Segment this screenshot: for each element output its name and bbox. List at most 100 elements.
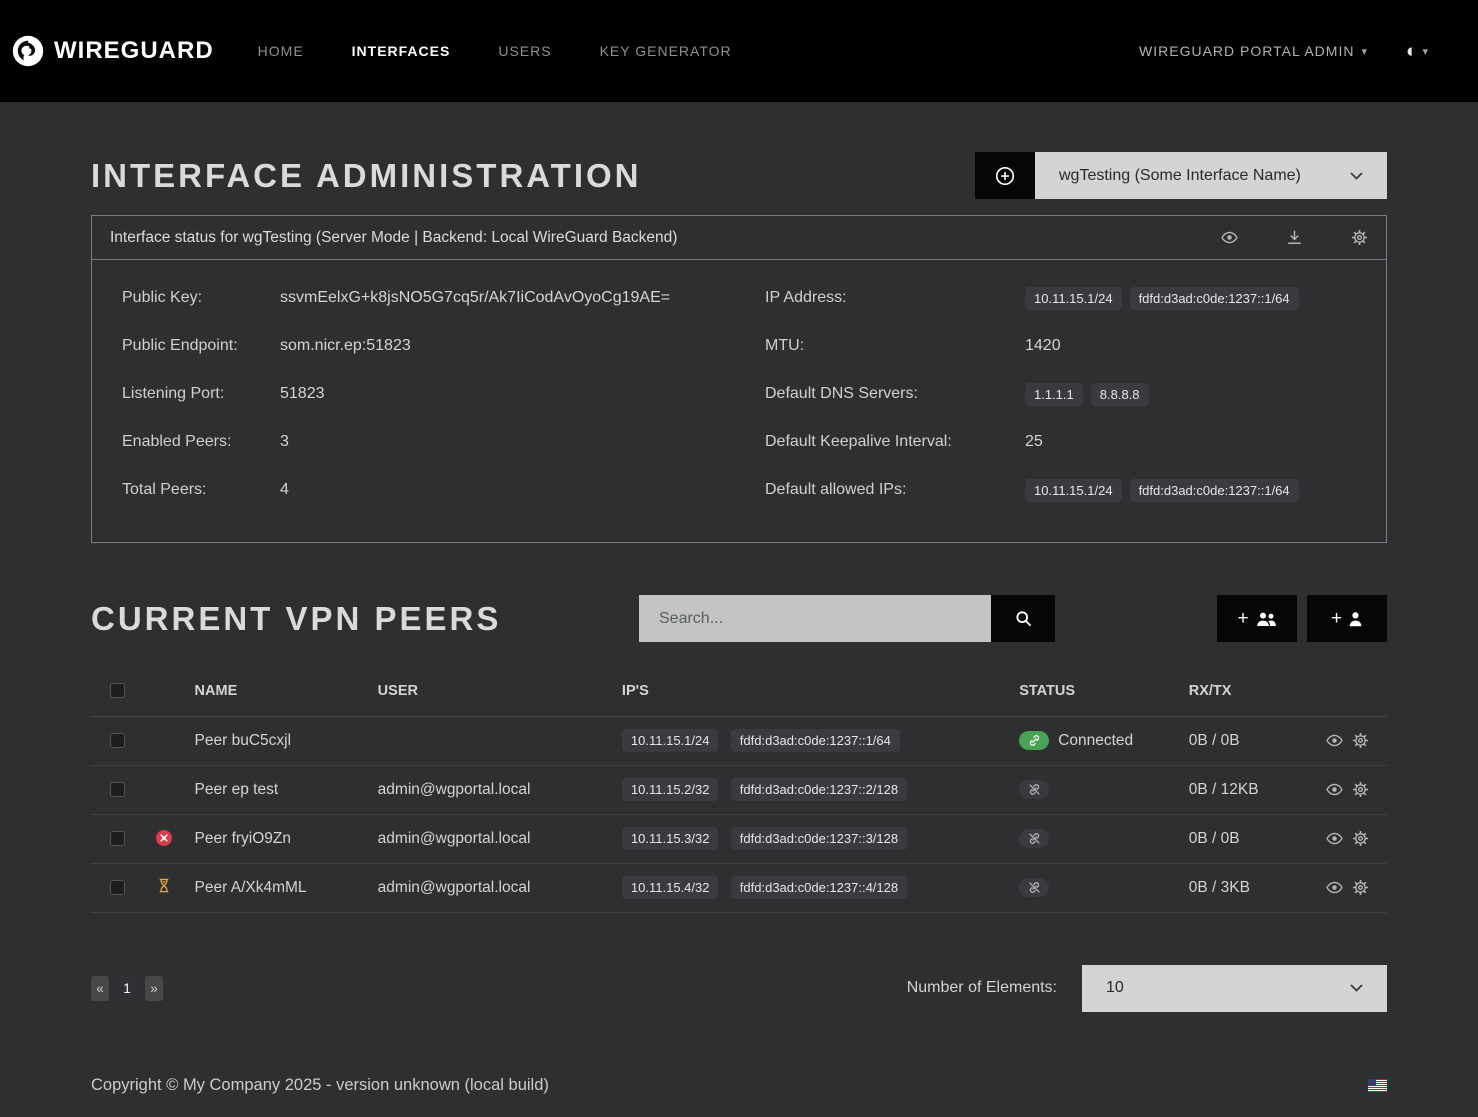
download-config-button[interactable]: [1286, 229, 1303, 246]
interface-controls: wgTesting (Some Interface Name): [975, 152, 1387, 199]
status-card-actions: [1221, 229, 1368, 246]
table-row[interactable]: Peer fryiO9Zn admin@wgportal.local 10.11…: [91, 814, 1387, 863]
pagination-prev[interactable]: «: [91, 976, 109, 1001]
page-size-select[interactable]: 10: [1082, 965, 1387, 1012]
admin-menu-dropdown[interactable]: WIREGUARD PORTAL ADMIN ▾: [1139, 43, 1368, 59]
col-header-user: USER: [378, 666, 622, 716]
hourglass-icon: [158, 878, 170, 893]
nav-item-key-generator[interactable]: KEY GENERATOR: [600, 43, 732, 59]
col-header-name: NAME: [195, 666, 378, 716]
peers-section-title: CURRENT VPN PEERS: [91, 600, 501, 638]
x-circle-icon: [156, 830, 172, 846]
peer-user: admin@wgportal.local: [378, 814, 622, 863]
interface-select[interactable]: wgTesting (Some Interface Name): [1035, 152, 1387, 199]
peer-ip6-badge: fdfd:d3ad:c0de:1237::1/64: [731, 729, 900, 752]
gear-icon: [1352, 830, 1369, 847]
listening-port-value: 51823: [280, 385, 325, 403]
link-slash-icon: [1019, 829, 1049, 848]
status-badge: [1019, 878, 1189, 897]
peer-settings-button[interactable]: [1352, 879, 1369, 896]
public-key-label: Public Key:: [122, 289, 280, 307]
status-badge: [1019, 829, 1189, 848]
interface-settings-button[interactable]: [1351, 229, 1368, 246]
table-row[interactable]: Peer ep test admin@wgportal.local 10.11.…: [91, 765, 1387, 814]
row-checkbox[interactable]: [110, 733, 125, 748]
row-checkbox[interactable]: [110, 880, 125, 895]
status-card-title: Interface status for wgTesting (Server M…: [110, 229, 677, 247]
peer-ip4-badge: 10.11.15.3/32: [622, 827, 719, 850]
peer-view-button[interactable]: [1326, 781, 1343, 798]
peer-name[interactable]: Peer buC5cxjl: [195, 716, 378, 765]
dns-badge: 1.1.1.1: [1025, 383, 1083, 406]
add-interface-button[interactable]: [975, 152, 1035, 199]
row-checkbox[interactable]: [110, 782, 125, 797]
theme-toggle-dropdown[interactable]: ◐ ▾: [1406, 42, 1428, 61]
gear-icon: [1351, 229, 1368, 246]
peer-user: [378, 716, 622, 765]
add-multiple-peers-button[interactable]: +: [1217, 595, 1297, 642]
brand[interactable]: WIREGUARD: [12, 35, 214, 67]
ip-badge: 10.11.15.1/24: [1025, 287, 1122, 310]
peer-view-button[interactable]: [1326, 732, 1343, 749]
gear-icon: [1352, 732, 1369, 749]
enabled-peers-value: 3: [280, 433, 289, 451]
page-title: INTERFACE ADMINISTRATION: [91, 157, 641, 195]
brand-name: WIREGUARD: [54, 37, 214, 65]
main-nav: HOME INTERFACES USERS KEY GENERATOR: [258, 43, 732, 59]
row-checkbox[interactable]: [110, 831, 125, 846]
peer-view-button[interactable]: [1326, 830, 1343, 847]
add-peer-button[interactable]: +: [1307, 595, 1387, 642]
public-endpoint-row: Public Endpoint: som.nicr.ep:51823: [122, 322, 765, 370]
enabled-peers-label: Enabled Peers:: [122, 433, 280, 451]
pagination-next[interactable]: »: [145, 976, 163, 1001]
allowed-ip-badge: 10.11.15.1/24: [1025, 479, 1122, 502]
chevron-down-icon: ▾: [1422, 45, 1428, 58]
search-button[interactable]: [991, 595, 1055, 642]
nav-item-home[interactable]: HOME: [258, 43, 304, 59]
select-all-checkbox[interactable]: [110, 683, 125, 698]
navbar-right: WIREGUARD PORTAL ADMIN ▾ ◐ ▾: [1139, 42, 1428, 61]
allowed-ip-badge: fdfd:d3ad:c0de:1237::1/64: [1130, 479, 1299, 502]
total-peers-value: 4: [280, 481, 289, 499]
chevron-down-icon: [1350, 172, 1363, 180]
peer-ip4-badge: 10.11.15.2/32: [622, 778, 719, 801]
dns-badge: 8.8.8.8: [1091, 383, 1149, 406]
table-row[interactable]: Peer buC5cxjl 10.11.15.1/24 fdfd:d3ad:c0…: [91, 716, 1387, 765]
users-icon: [1255, 611, 1277, 627]
pagination-page-1[interactable]: 1: [118, 976, 136, 1001]
peer-rxtx: 0B / 0B: [1189, 716, 1326, 765]
peer-rxtx: 0B / 0B: [1189, 814, 1326, 863]
us-flag-icon[interactable]: [1368, 1079, 1387, 1092]
nav-item-users[interactable]: USERS: [498, 43, 551, 59]
page-size-group: Number of Elements: 10: [907, 965, 1387, 1012]
peer-settings-button[interactable]: [1352, 732, 1369, 749]
status-text: Connected: [1058, 732, 1133, 750]
public-key-row: Public Key: ssvmEelxG+k8jsNO5G7cq5r/Ak7I…: [122, 274, 765, 322]
peer-settings-button[interactable]: [1352, 781, 1369, 798]
nav-item-interfaces[interactable]: INTERFACES: [352, 43, 451, 59]
enabled-peers-row: Enabled Peers: 3: [122, 418, 765, 466]
peer-search-input[interactable]: [639, 595, 991, 642]
peer-view-button[interactable]: [1326, 879, 1343, 896]
peer-name[interactable]: Peer A/Xk4mML: [195, 863, 378, 912]
peer-user: admin@wgportal.local: [378, 863, 622, 912]
search-icon: [1015, 610, 1032, 627]
peer-name[interactable]: Peer ep test: [195, 765, 378, 814]
peer-settings-button[interactable]: [1352, 830, 1369, 847]
view-config-button[interactable]: [1221, 229, 1238, 246]
col-header-ips: IP'S: [622, 666, 1019, 716]
status-badge: Connected: [1019, 731, 1189, 750]
peer-name[interactable]: Peer fryiO9Zn: [195, 814, 378, 863]
eye-icon: [1326, 732, 1343, 749]
link-icon: [1019, 731, 1049, 750]
table-row[interactable]: Peer A/Xk4mML admin@wgportal.local 10.11…: [91, 863, 1387, 912]
page-head: INTERFACE ADMINISTRATION wgTesting (Some…: [91, 152, 1387, 199]
col-header-rxtx: RX/TX: [1189, 666, 1326, 716]
ip-address-label: IP Address:: [765, 289, 1025, 307]
pagination: « 1 »: [91, 976, 163, 1001]
user-icon: [1348, 611, 1363, 627]
peer-add-buttons: + +: [1217, 595, 1387, 642]
peer-rxtx: 0B / 12KB: [1189, 765, 1326, 814]
status-badge: [1019, 780, 1189, 799]
plus-sign: +: [1331, 608, 1342, 630]
